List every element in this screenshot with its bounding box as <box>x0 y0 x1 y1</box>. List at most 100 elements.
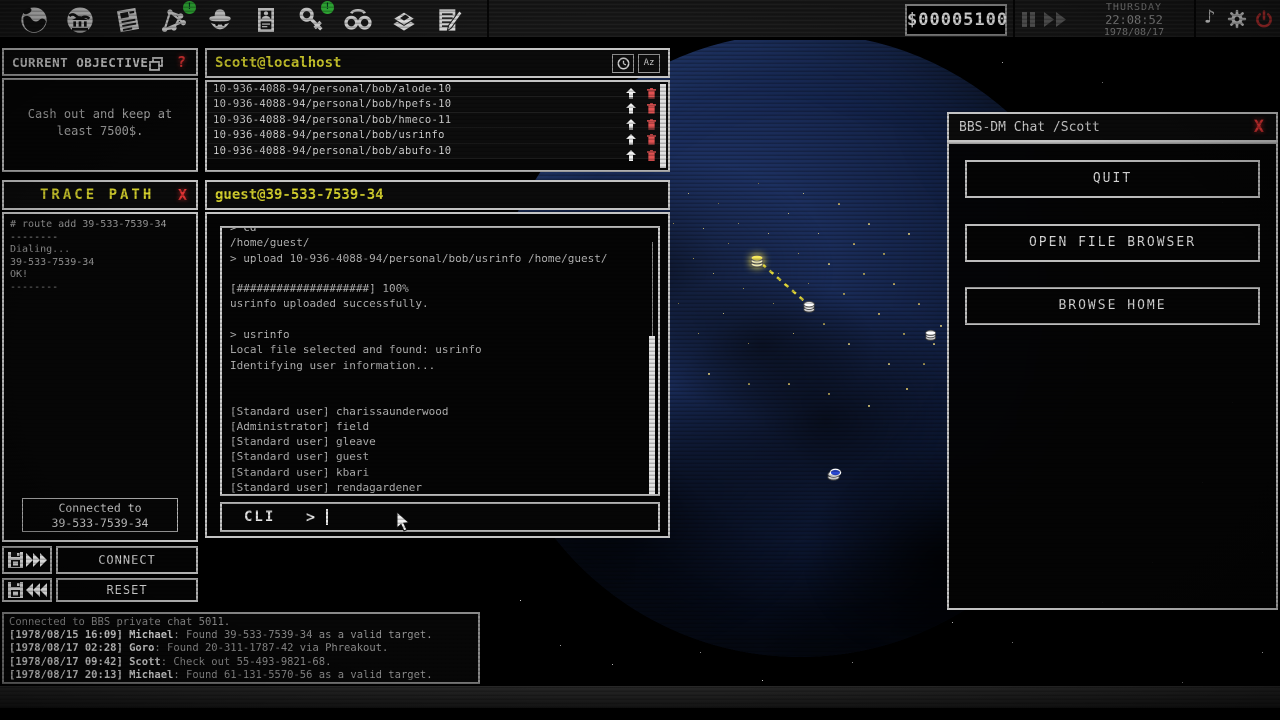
terminal-line: [Standard user] gleave <box>230 434 650 449</box>
terminal-line <box>230 312 650 327</box>
network-node-icon[interactable] <box>924 327 939 346</box>
save-forward-button[interactable] <box>2 546 52 574</box>
game-clock: THURSDAY 22:08:52 1978/08/17 <box>1078 2 1190 38</box>
terminal-line: Local file selected and found: usrinfo <box>230 342 650 357</box>
network-node-icon[interactable] <box>802 298 818 318</box>
log-text: : Check out 55-493-9821-68. <box>161 656 332 668</box>
chat-panel-header: BBS-DM Chat /Scott X <box>947 112 1278 142</box>
file-row[interactable]: 10-936-4088-94/personal/bob/usrinfo <box>207 128 668 143</box>
upload-icon[interactable] <box>626 146 636 165</box>
file-browser-scrollbar[interactable] <box>660 84 666 168</box>
network-map-icon[interactable]: ! <box>158 4 192 36</box>
gear-icon[interactable] <box>1226 8 1248 34</box>
file-row[interactable]: 10-936-4088-94/personal/bob/alode-10 <box>207 82 668 97</box>
notes-icon[interactable] <box>434 4 468 36</box>
network-node-icon[interactable] <box>826 465 843 486</box>
objective-help-icon[interactable]: ? <box>177 53 186 71</box>
sort-alpha-button[interactable]: Az <box>638 54 660 73</box>
terminal-line: [####################] 100% <box>230 281 650 296</box>
news-icon[interactable] <box>112 4 146 36</box>
quit-button[interactable]: QUIT <box>965 160 1260 198</box>
cli-label: CLI <box>244 509 275 525</box>
terminal-line: > cd <box>230 226 650 235</box>
network-node-icon-active[interactable] <box>749 251 767 273</box>
trace-line: OK! <box>4 269 196 282</box>
music-icon[interactable]: ♪ <box>1204 6 1215 28</box>
sort-time-button[interactable] <box>612 54 634 73</box>
terminal-line: [Administrator] field <box>230 419 650 434</box>
file-browser-list: 10-936-4088-94/personal/bob/alode-10 10-… <box>205 80 670 172</box>
cli-prompt: > <box>306 508 315 526</box>
terminal-line: > usrinfo <box>230 327 650 342</box>
log-text: : Found 39-533-7539-34 as a valid target… <box>173 629 432 641</box>
file-path: 10-936-4088-94/personal/bob/abufo-10 <box>213 145 451 157</box>
status-line: Connected to <box>23 501 177 516</box>
window-restore-icon[interactable] <box>149 56 164 75</box>
log-line: [1978/08/17 20:13] Michael: Found 61-131… <box>9 669 473 682</box>
log-author: [1978/08/17 20:13] Michael <box>9 669 173 681</box>
file-path: 10-936-4088-94/personal/bob/alode-10 <box>213 83 451 95</box>
trace-path-header: TRACE PATH X <box>2 180 198 210</box>
terminal-line: [Standard user] charissaunderwood <box>230 404 650 419</box>
log-author: [1978/08/17 02:28] Goro <box>9 642 154 654</box>
delete-icon[interactable] <box>647 146 656 165</box>
trace-line: -------- <box>4 282 196 295</box>
terminal-scrollbar-thumb[interactable] <box>649 336 655 496</box>
terminal-panel: > cd/home/guest/> upload 10-936-4088-94/… <box>205 212 670 538</box>
trace-line: # route add 39-533-7539-34 <box>4 219 196 232</box>
cuffs-icon[interactable] <box>342 4 376 36</box>
id-file-icon[interactable] <box>250 4 284 36</box>
terminal-header: guest@39-533-7539-34 <box>205 180 670 210</box>
terminal-line: > upload 10-936-4088-94/personal/bob/usr… <box>230 251 650 266</box>
close-icon[interactable]: X <box>178 186 187 204</box>
power-icon[interactable] <box>1254 8 1274 34</box>
save-rewind-button[interactable] <box>2 578 52 602</box>
fast-forward-icon[interactable] <box>1044 12 1068 31</box>
terminal-line: Identifying user information... <box>230 358 650 373</box>
terminal-line: [Standard user] guest <box>230 449 650 464</box>
clock-day: THURSDAY <box>1078 2 1190 13</box>
bbs-log-panel[interactable]: Connected to BBS private chat 5011. [197… <box>2 612 480 684</box>
objective-title: CURRENT OBJECTIVE <box>12 55 148 70</box>
trace-path-body: # route add 39-533-7539-34 -------- Dialin… <box>2 212 198 542</box>
open-file-browser-button[interactable]: OPEN FILE BROWSER <box>965 224 1260 262</box>
log-text: : Found 20-311-1787-42 via Phreakout. <box>154 642 388 654</box>
reset-button[interactable]: RESET <box>56 578 198 602</box>
world-icon[interactable] <box>18 4 52 36</box>
status-target: 39-533-7539-34 <box>23 516 177 531</box>
file-path: 10-936-4088-94/personal/bob/usrinfo <box>213 129 445 141</box>
file-row[interactable]: 10-936-4088-94/personal/bob/abufo-10 <box>207 144 668 159</box>
bank-icon[interactable] <box>64 4 98 36</box>
terminal-line: usrinfo uploaded successfully. <box>230 296 650 311</box>
key-icon[interactable]: ! <box>296 4 330 36</box>
connection-status-box: Connected to 39-533-7539-34 <box>22 498 178 532</box>
objective-panel-header: CURRENT OBJECTIVE ? <box>2 48 198 76</box>
log-line: [1978/08/17 09:42] Scott: Check out 55-4… <box>9 656 473 669</box>
cli-input[interactable]: CLI > <box>220 502 660 532</box>
terminal-output[interactable]: > cd/home/guest/> upload 10-936-4088-94/… <box>220 226 660 496</box>
terminal-line: [Standard user] kbari <box>230 465 650 480</box>
log-text: Connected to BBS private chat 5011. <box>9 616 230 628</box>
log-text: : Found 61-131-5570-56 as a valid target… <box>173 669 432 681</box>
mouse-cursor <box>396 512 410 536</box>
browse-home-button[interactable]: BROWSE HOME <box>965 287 1260 325</box>
top-toolbar: ! ! $00005100 THURSDAY 22:08:52 1978/08/… <box>0 0 1280 40</box>
file-path: 10-936-4088-94/personal/bob/hpefs-10 <box>213 98 451 110</box>
file-row[interactable]: 10-936-4088-94/personal/bob/hmeco-11 <box>207 113 668 128</box>
notification-badge: ! <box>321 1 334 14</box>
file-row[interactable]: 10-936-4088-94/personal/bob/hpefs-10 <box>207 97 668 112</box>
log-author: [1978/08/15 16:09] Michael <box>9 629 173 641</box>
money-counter: $00005100 <box>905 4 1007 36</box>
terminal-line <box>230 373 650 388</box>
trace-line: 39-533-7539-34 <box>4 257 196 270</box>
terminal-line: /home/guest/ <box>230 235 650 250</box>
bottom-bezel <box>0 686 1280 708</box>
cli-caret <box>326 509 328 525</box>
trace-line: Dialing... <box>4 244 196 257</box>
software-icon[interactable] <box>388 4 422 36</box>
chat-panel-body: QUIT OPEN FILE BROWSER BROWSE HOME <box>947 142 1278 610</box>
connect-button[interactable]: CONNECT <box>56 546 198 574</box>
close-icon[interactable]: X <box>1254 117 1264 137</box>
spy-icon[interactable] <box>204 4 238 36</box>
objective-text: Cash out and keep at least 7500$. <box>14 106 186 140</box>
